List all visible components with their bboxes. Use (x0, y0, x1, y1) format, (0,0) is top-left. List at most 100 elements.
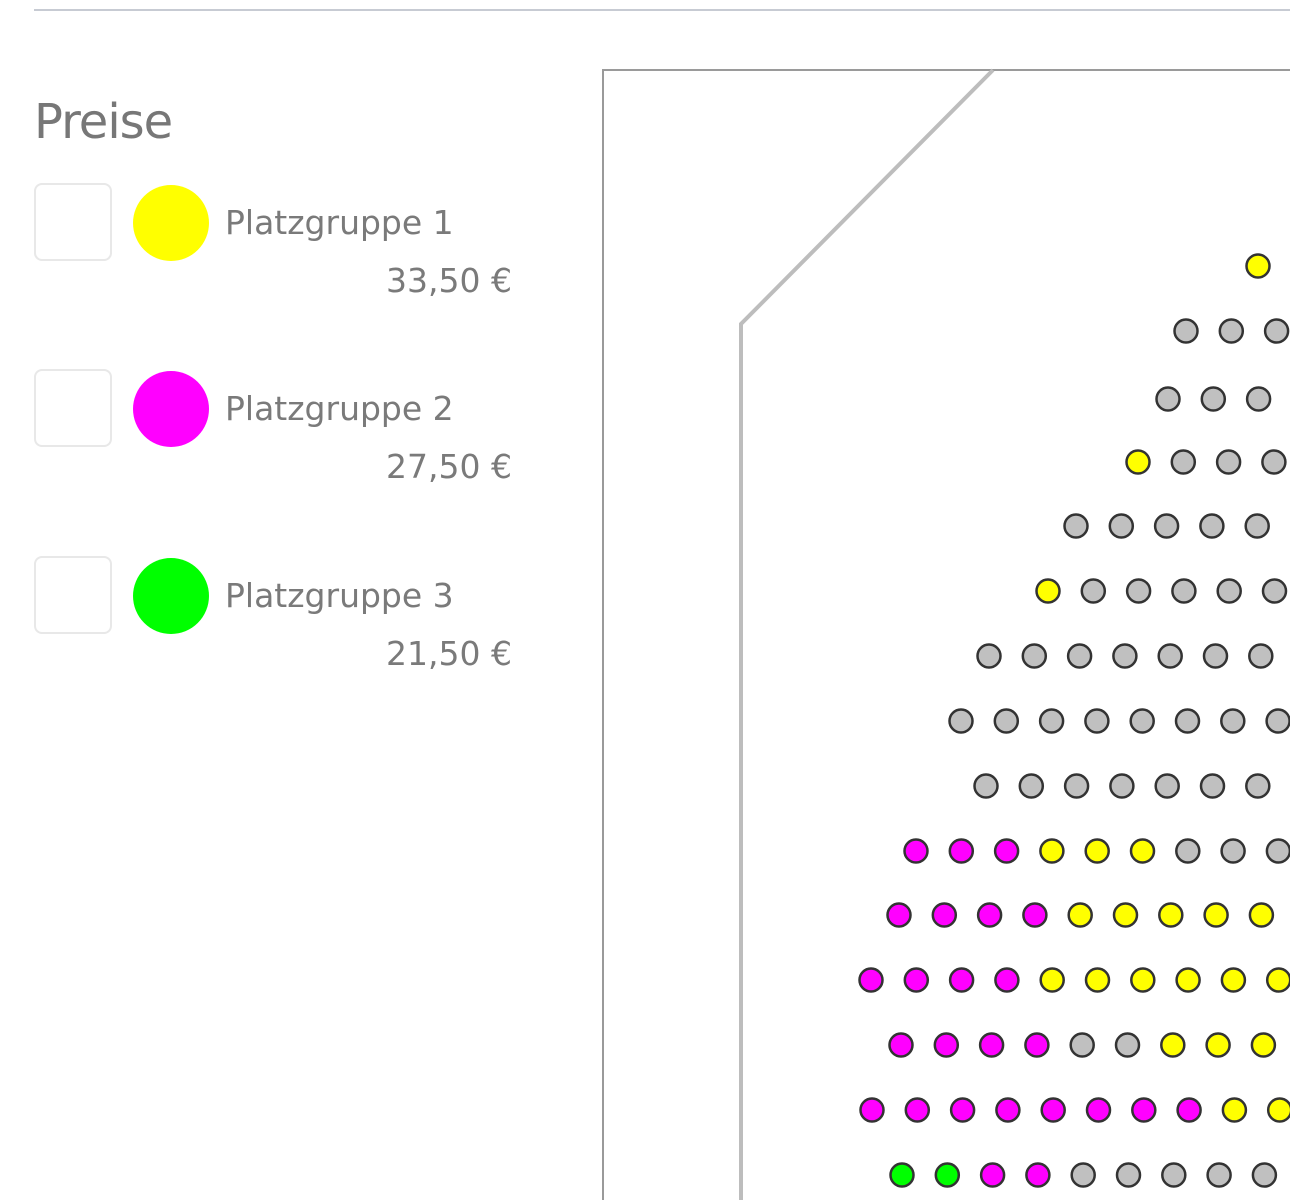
seat-unavailable (1069, 1032, 1095, 1058)
seat-group-2[interactable] (949, 1097, 976, 1123)
seat-unavailable (1200, 386, 1227, 412)
seat-group-1[interactable] (1248, 902, 1275, 928)
seat-group-1[interactable] (1245, 253, 1271, 279)
seat-group-1[interactable] (1205, 1032, 1231, 1058)
seat-unavailable (1202, 643, 1229, 669)
seat-unavailable (1251, 1162, 1278, 1188)
seat-unavailable (1265, 838, 1290, 864)
seat-unavailable (1220, 838, 1246, 864)
seat-group-2[interactable] (886, 902, 912, 928)
seat-unavailable (976, 643, 1002, 669)
seat-group-2[interactable] (995, 1097, 1021, 1123)
seat-group-2[interactable] (933, 1032, 960, 1058)
seat-group-1[interactable] (1175, 967, 1201, 993)
seat-unavailable (1157, 643, 1183, 669)
seat-unavailable (1175, 838, 1201, 864)
seat-group-1[interactable] (1084, 838, 1110, 864)
seat-group-1[interactable] (1067, 902, 1093, 928)
seat-group-2[interactable] (1131, 1097, 1157, 1123)
seat-unavailable (1115, 1162, 1142, 1188)
seat-unavailable (1170, 449, 1197, 475)
seat-unavailable (1125, 578, 1152, 604)
seat-unavailable (1161, 1162, 1187, 1188)
seat-group-2[interactable] (903, 838, 929, 864)
seat-group-1[interactable] (1160, 1032, 1186, 1058)
seat-group-1[interactable] (1084, 967, 1111, 993)
seat-group-2[interactable] (1085, 1097, 1112, 1123)
seat-group-1[interactable] (1129, 838, 1156, 864)
seat-unavailable (1218, 318, 1245, 344)
seat-unavailable (1080, 578, 1107, 604)
seat-unavailable (1245, 386, 1272, 412)
seat-group-1[interactable] (1130, 967, 1156, 993)
seat-unavailable (993, 708, 1020, 734)
seat-group-2[interactable] (978, 1032, 1005, 1058)
seat-group-1[interactable] (1035, 578, 1061, 604)
seat-group-2[interactable] (1040, 1097, 1066, 1123)
seat-group-1[interactable] (1158, 902, 1184, 928)
seat-unavailable (1084, 708, 1110, 734)
seat-unavailable (1038, 708, 1065, 734)
seat-group-1[interactable] (1125, 449, 1151, 475)
seat-unavailable (948, 708, 974, 734)
seat-map (602, 68, 1290, 1200)
seat-group-2[interactable] (888, 1032, 914, 1058)
seat-unavailable (1108, 513, 1135, 539)
seat-group-1[interactable] (1266, 1097, 1290, 1123)
seat-unavailable (1263, 318, 1290, 344)
seat-group-2[interactable] (904, 1097, 931, 1123)
seat-group-2[interactable] (993, 838, 1020, 864)
seat-unavailable (1066, 643, 1093, 669)
seat-unavailable (1112, 643, 1138, 669)
seat-group-1[interactable] (1220, 967, 1247, 993)
seat-unavailable (1261, 578, 1288, 604)
seat-group-3[interactable] (934, 1162, 961, 1188)
seat-unavailable (1216, 578, 1242, 604)
seat-unavailable (1174, 708, 1201, 734)
seat-unavailable (1261, 449, 1287, 475)
seat-group-2[interactable] (859, 1097, 885, 1123)
seat-group-2[interactable] (858, 967, 884, 993)
seat-group-1[interactable] (1112, 902, 1139, 928)
seat-map-frame (602, 69, 1290, 1200)
seat-unavailable (973, 773, 999, 799)
seat-unavailable (1063, 513, 1089, 539)
seat-group-2[interactable] (931, 902, 958, 928)
seat-unavailable (1199, 773, 1226, 799)
seat-unavailable (1021, 643, 1048, 669)
seat-group-2[interactable] (1025, 1162, 1051, 1188)
seat-group-2[interactable] (994, 967, 1020, 993)
seat-unavailable (1070, 1162, 1096, 1188)
seat-unavailable (1154, 773, 1180, 799)
seat-group-1[interactable] (1265, 967, 1290, 993)
seat-unavailable (1171, 578, 1197, 604)
seat-unavailable (1215, 449, 1242, 475)
seat-unavailable (1063, 773, 1090, 799)
seat-unavailable (1265, 708, 1290, 734)
seat-group-1[interactable] (1039, 967, 1065, 993)
seat-unavailable (1129, 708, 1155, 734)
seat-unavailable (1220, 708, 1246, 734)
seat-unavailable (1199, 513, 1225, 539)
seat-group-2[interactable] (976, 902, 1003, 928)
seat-group-2[interactable] (948, 967, 975, 993)
seat-unavailable (1155, 386, 1181, 412)
seat-group-1[interactable] (1039, 838, 1065, 864)
seat-group-1[interactable] (1250, 1032, 1277, 1058)
seat-unavailable (1173, 318, 1199, 344)
seat-unavailable (1018, 773, 1045, 799)
seat-unavailable (1244, 513, 1270, 539)
seat-unavailable (1153, 513, 1180, 539)
seat-group-2[interactable] (1024, 1032, 1050, 1058)
seat-group-2[interactable] (903, 967, 930, 993)
seat-group-3[interactable] (889, 1162, 915, 1188)
seat-group-2[interactable] (948, 838, 975, 864)
seat-group-1[interactable] (1221, 1097, 1248, 1123)
seat-group-2[interactable] (979, 1162, 1006, 1188)
seat-group-1[interactable] (1203, 902, 1229, 928)
seat-unavailable (1248, 643, 1274, 669)
seat-group-2[interactable] (1176, 1097, 1202, 1123)
seat-unavailable (1206, 1162, 1232, 1188)
seat-group-2[interactable] (1022, 902, 1048, 928)
seat-grid (858, 253, 1290, 1188)
